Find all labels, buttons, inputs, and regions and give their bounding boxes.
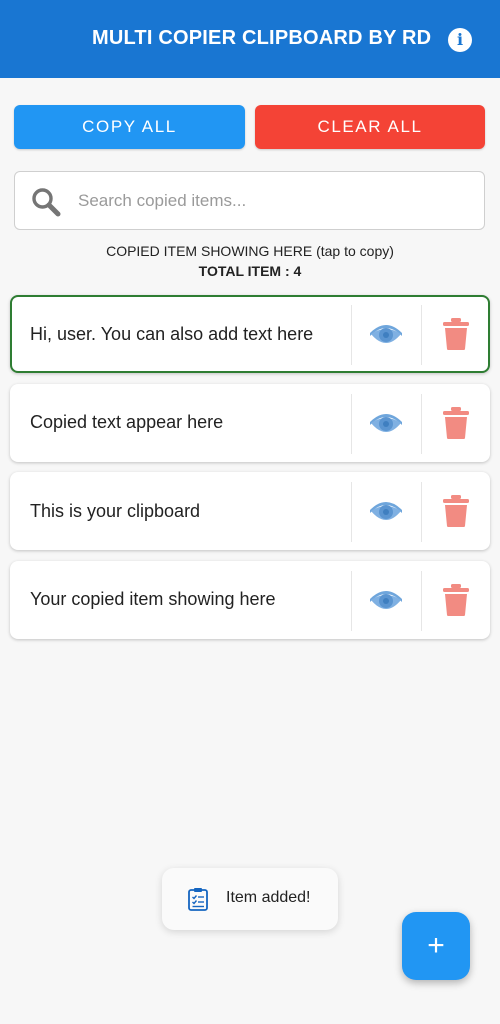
clipboard-item-text[interactable]: Hi, user. You can also add text here <box>30 297 352 371</box>
divider <box>351 570 352 631</box>
info-icon[interactable]: i <box>448 28 472 52</box>
divider <box>421 482 422 542</box>
total-count: TOTAL ITEM : 4 <box>198 263 302 279</box>
search-icon <box>32 188 61 217</box>
clipboard-item-text[interactable]: Your copied item showing here <box>30 563 352 637</box>
eye-icon[interactable] <box>367 408 405 440</box>
add-item-button[interactable]: + <box>402 912 470 980</box>
trash-icon[interactable] <box>442 406 470 440</box>
eye-icon[interactable] <box>367 585 405 617</box>
clipboard-list: Hi, user. You can also add text here Cop… <box>10 295 490 649</box>
list-hint: COPIED ITEM SHOWING HERE (tap to copy) <box>106 243 394 259</box>
toast-message: Item added! <box>226 889 311 906</box>
divider <box>351 305 352 365</box>
trash-icon[interactable] <box>442 494 470 528</box>
app-title: MULTI COPIER CLIPBOARD BY RD <box>92 27 432 49</box>
info-glyph: i <box>456 30 464 49</box>
clipboard-item[interactable]: Hi, user. You can also add text here <box>10 295 490 373</box>
trash-icon[interactable] <box>442 317 470 351</box>
clear-all-button[interactable]: CLEAR ALL <box>255 105 485 149</box>
divider <box>421 305 422 365</box>
search-box <box>14 171 485 230</box>
divider <box>351 393 352 454</box>
clipboard-item-text[interactable]: This is your clipboard <box>30 474 352 548</box>
clipboard-icon <box>188 888 208 911</box>
search-input[interactable] <box>78 182 468 220</box>
toast: Item added! <box>162 868 338 930</box>
clipboard-item-text[interactable]: Copied text appear here <box>30 386 352 460</box>
clipboard-item[interactable]: This is your clipboard <box>10 472 490 550</box>
clipboard-item[interactable]: Copied text appear here <box>10 383 490 462</box>
app-bar: MULTI COPIER CLIPBOARD BY RD i <box>0 0 500 78</box>
divider <box>421 570 422 631</box>
eye-icon[interactable] <box>367 319 405 351</box>
divider <box>421 393 422 454</box>
clipboard-item[interactable]: Your copied item showing here <box>10 560 490 639</box>
eye-icon[interactable] <box>367 496 405 528</box>
copy-all-button[interactable]: COPY ALL <box>14 105 245 149</box>
trash-icon[interactable] <box>442 583 470 617</box>
plus-icon: + <box>427 929 445 962</box>
divider <box>351 482 352 542</box>
